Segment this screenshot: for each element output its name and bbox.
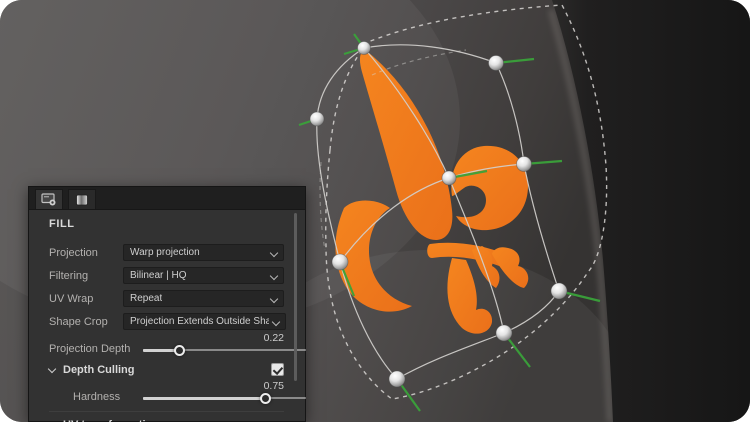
uv-wrap-dropdown[interactable]: Repeat (123, 290, 284, 307)
filtering-value: Bilinear | HQ (130, 270, 187, 281)
chevron-down-icon (269, 271, 279, 281)
projector-settings-icon (41, 193, 56, 206)
uv-wrap-row: UV Wrap Repeat (49, 287, 284, 310)
filtering-label: Filtering (49, 269, 89, 282)
projection-depth-row: Projection Depth 0.22 (49, 332, 306, 359)
projection-label: Projection (49, 246, 98, 259)
chevron-down-icon (269, 248, 279, 258)
chevron-down-icon[interactable] (47, 364, 57, 373)
panel-body: FILL Projection Warp projection Filterin… (29, 210, 306, 422)
depth-culling-label: Depth Culling (63, 364, 135, 376)
projection-value: Warp projection (130, 247, 200, 258)
panel-scrollbar[interactable] (294, 213, 297, 381)
tab-material[interactable] (68, 189, 96, 209)
properties-panel: FILL Projection Warp projection Filterin… (28, 186, 306, 422)
chevron-down-icon (269, 294, 279, 304)
material-roll-icon (76, 194, 88, 205)
warp-control-point (495, 324, 513, 342)
warp-control-point (516, 156, 532, 172)
app-screenshot-card: FILL Projection Warp projection Filterin… (0, 0, 750, 422)
panel-title: FILL (49, 218, 75, 230)
shape-crop-label: Shape Crop (49, 315, 108, 328)
uv-wrap-value: Repeat (130, 293, 163, 304)
hardness-row: Hardness 0.75 (49, 380, 306, 407)
slider-knob[interactable] (173, 344, 185, 356)
hardness-value: 0.75 (263, 380, 284, 392)
filtering-row: Filtering Bilinear | HQ (49, 264, 284, 287)
projection-depth-value: 0.22 (263, 332, 284, 344)
warp-control-point (309, 111, 325, 127)
slider-knob[interactable] (260, 392, 272, 404)
hardness-label: Hardness (73, 391, 121, 403)
projection-dropdown[interactable]: Warp projection (123, 244, 284, 261)
projection-depth-label: Projection Depth (49, 343, 131, 355)
panel-tabbar (29, 187, 305, 210)
warp-control-point (441, 170, 457, 186)
depth-culling-section: Depth Culling (47, 359, 284, 381)
projection-row: Projection Warp projection (49, 241, 284, 264)
warp-control-point (357, 41, 371, 55)
shape-crop-row: Shape Crop Projection Extends Outside Sh… (49, 310, 286, 333)
depth-culling-checkbox[interactable] (271, 363, 284, 376)
warp-control-point (388, 370, 406, 388)
filtering-dropdown[interactable]: Bilinear | HQ (123, 267, 284, 284)
uv-transformations-section: UV transformations (47, 411, 284, 422)
warp-control-point (550, 282, 568, 300)
hardness-slider[interactable] (143, 392, 306, 404)
uv-wrap-label: UV Wrap (49, 292, 94, 305)
warp-control-point (331, 253, 349, 271)
warp-control-point (488, 55, 504, 71)
chevron-down-icon (271, 317, 281, 327)
shape-crop-dropdown[interactable]: Projection Extends Outside Shape (123, 313, 286, 330)
tab-fill-properties[interactable] (35, 189, 63, 209)
projection-depth-slider[interactable] (143, 344, 306, 356)
shape-crop-value: Projection Extends Outside Shape (130, 316, 269, 327)
